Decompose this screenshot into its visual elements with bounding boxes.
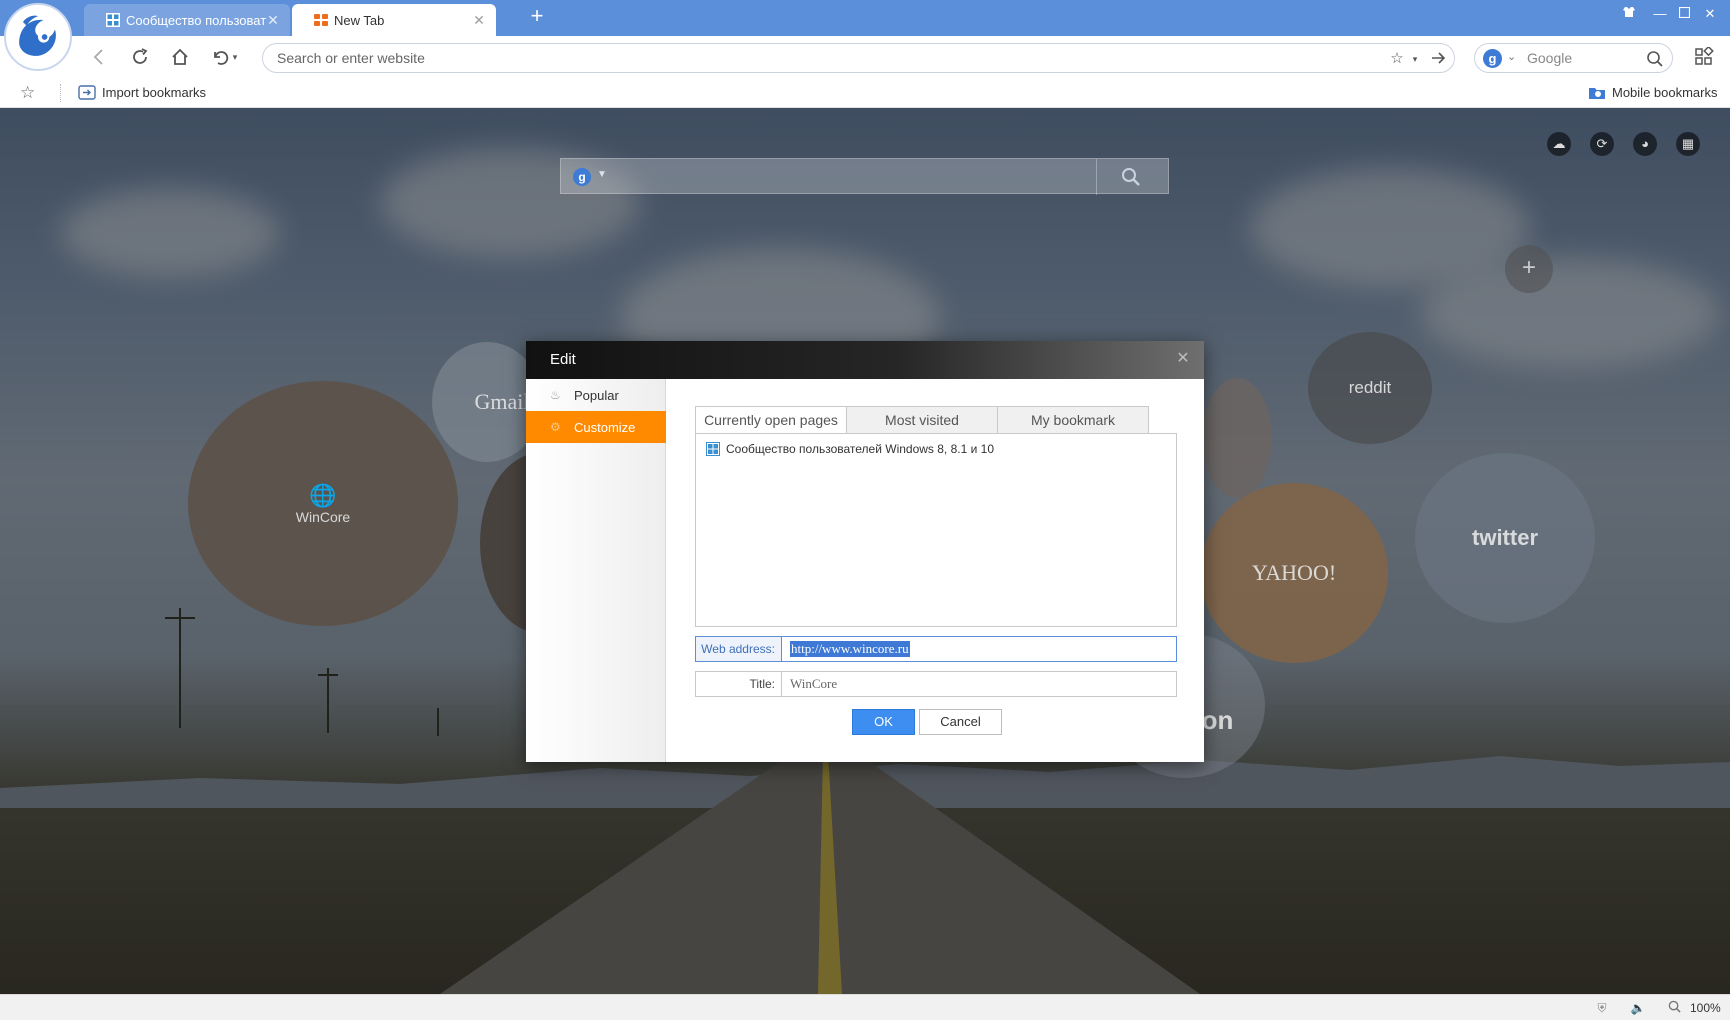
dialog-sidebar: ♨ Popular ⚙ Customize [526,379,666,762]
status-bar: ⛨ 🔈 100% [0,994,1730,1020]
apps-icon[interactable] [1692,45,1716,69]
speed-dial-partial-right[interactable] [1202,378,1272,498]
flame-icon: ♨ [550,388,561,402]
add-speed-dial-button[interactable]: + [1505,245,1553,293]
gear-icon: ⚙ [550,420,561,434]
zoom-level[interactable]: 100% [1690,1001,1721,1015]
tab-new-tab[interactable]: New Tab ✕ [292,4,496,36]
reload-icon[interactable] [128,45,152,69]
speed-dial-label: YAHOO! [1251,560,1337,585]
open-pages-list: Сообщество пользователей Windows 8, 8.1 … [695,433,1177,627]
divider [60,84,61,102]
palette-icon[interactable]: ◕ [1633,132,1657,156]
google-icon[interactable]: g [1483,49,1502,68]
undo-dropdown-icon[interactable]: ▾ [228,45,242,69]
speed-dial-label: reddit [1348,378,1392,397]
tab-most-visited[interactable]: Most visited [846,406,998,434]
close-icon[interactable]: ✕ [1174,350,1192,368]
web-address-label: Web address: [696,637,782,661]
engine-search-input[interactable] [1527,50,1637,66]
list-item[interactable]: Сообщество пользователей Windows 8, 8.1 … [706,442,994,456]
minimize-button[interactable]: — [1650,6,1670,21]
cloud-folder-icon [1589,88,1605,99]
tab-title: Сообщество пользовател [126,12,266,28]
skin-icon[interactable] [1619,6,1639,21]
search-icon[interactable] [1646,50,1664,68]
edit-dialog: Edit ✕ ♨ Popular ⚙ Customize Currently o… [526,341,1204,762]
search-icon[interactable] [1121,167,1141,187]
windows-favicon [106,13,120,27]
toolbar: ▾ ☆ ▾ g ⌄ [0,36,1730,78]
ok-button[interactable]: OK [852,709,915,735]
mobile-bookmarks-label: Mobile bookmarks [1612,84,1718,100]
sidebar-item-popular[interactable]: ♨ Popular [526,379,666,411]
chevron-down-icon[interactable]: ⌄ [1507,50,1516,63]
tab-title: New Tab [334,12,385,28]
zoom-icon[interactable] [1666,1000,1682,1016]
tab-community[interactable]: Сообщество пользовател ✕ [84,4,290,36]
speed-dial-label: WinCore [295,508,351,525]
close-icon[interactable]: ✕ [266,12,280,29]
new-tab-favicon [314,14,328,26]
globe-icon: 🌐 [309,482,337,508]
bookmarks-bar: ☆ Import bookmarks Mobile bookmarks [0,78,1730,108]
import-icon [78,85,96,100]
volume-icon[interactable]: 🔈 [1630,1000,1646,1016]
speed-dial-twitter[interactable]: twitter [1415,453,1595,623]
address-bar[interactable]: ☆ ▾ [262,43,1455,73]
maximize-button[interactable] [1674,6,1694,21]
shield-icon[interactable]: ⛨ [1594,1000,1610,1016]
chevron-down-icon[interactable]: ▾ [1406,50,1424,68]
windows-favicon [706,442,720,456]
mobile-bookmarks-button[interactable]: Mobile bookmarks [1588,84,1718,100]
address-input[interactable] [277,49,1317,67]
sidebar-item-label: Popular [574,387,619,403]
speed-dial-reddit[interactable]: reddit [1308,332,1432,444]
engine-search-box[interactable]: g ⌄ [1474,43,1673,73]
sidebar-item-label: Customize [574,419,636,435]
speed-dial-wincore[interactable]: 🌐 WinCore [188,381,458,626]
tab-currently-open-pages[interactable]: Currently open pages [695,406,847,434]
import-bookmarks-button[interactable]: Import bookmarks [78,84,206,100]
close-icon[interactable]: ✕ [472,12,486,29]
back-icon[interactable] [87,45,111,69]
cancel-button[interactable]: Cancel [919,709,1002,735]
web-address-input[interactable]: http://www.wincore.ru [790,641,910,657]
tab-my-bookmark[interactable]: My bookmark [997,406,1149,434]
web-address-field[interactable]: Web address: http://www.wincore.ru [695,636,1177,662]
star-icon[interactable]: ☆ [1388,50,1406,68]
speed-dial-label: twitter [1472,525,1538,550]
chevron-down-icon[interactable]: ▼ [597,169,607,180]
list-item-title: Сообщество пользователей Windows 8, 8.1 … [726,442,995,456]
title-field[interactable]: Title: WinCore [695,671,1177,697]
new-tab-button[interactable]: + [526,4,548,28]
title-label: Title: [696,672,782,696]
title-bar: Сообщество пользовател ✕ New Tab ✕ + — ✕ [0,0,1730,36]
refresh-icon[interactable]: ⟳ [1590,132,1614,156]
cloud-icon[interactable]: ☁ [1547,132,1571,156]
uc-browser-logo[interactable] [4,3,72,71]
go-arrow-icon[interactable] [1429,50,1447,68]
title-input[interactable]: WinCore [790,676,837,692]
sidebar-item-customize[interactable]: ⚙ Customize [526,411,666,443]
ntp-search-bar[interactable]: g ▼ [560,158,1169,195]
divider [1096,159,1097,195]
home-icon[interactable] [168,45,192,69]
star-icon[interactable]: ☆ [20,84,38,102]
import-bookmarks-label: Import bookmarks [102,84,207,100]
dialog-title: Edit [550,351,576,368]
speed-dial-label: Gmail [474,389,530,414]
google-icon[interactable]: g [573,168,591,186]
close-window-button[interactable]: ✕ [1700,6,1720,22]
grid-icon[interactable]: ▦ [1676,132,1700,156]
dialog-header: Edit ✕ [526,341,1204,379]
speed-dial-yahoo[interactable]: YAHOO! [1200,483,1388,663]
